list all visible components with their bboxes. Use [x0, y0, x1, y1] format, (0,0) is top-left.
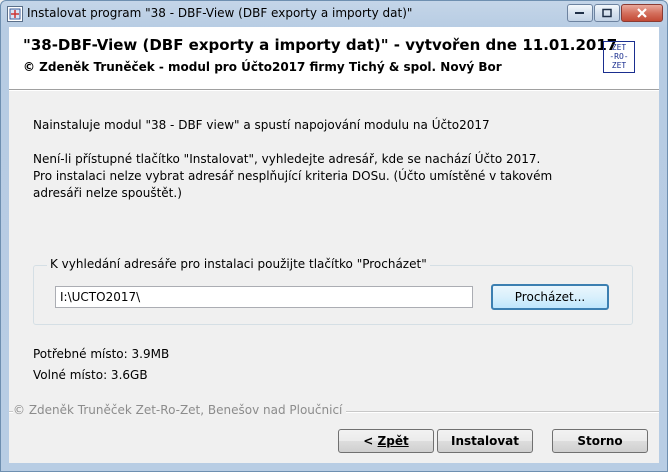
logo-line: ZET	[611, 61, 627, 70]
cancel-button[interactable]: Storno	[552, 429, 648, 453]
required-space: Potřebné místo: 3.9MB	[33, 347, 170, 361]
back-button[interactable]: < Zpět	[338, 429, 434, 453]
dialog-client: "38-DBF-View (DBF exporty a importy dat)…	[9, 27, 659, 463]
maximize-icon	[602, 8, 612, 18]
minimize-icon	[575, 12, 584, 14]
minimize-button[interactable]	[567, 4, 593, 22]
install-button[interactable]: Instalovat	[437, 429, 533, 453]
window-title: Instalovat program "38 - DBF-View (DBF e…	[27, 6, 413, 20]
maximize-button[interactable]	[594, 4, 620, 22]
note-line: Pro instalaci nelze vybrat adresář nespl…	[33, 169, 553, 183]
header-title: "38-DBF-View (DBF exporty a importy dat)…	[23, 36, 618, 54]
logo-line: ZET	[611, 43, 627, 52]
logo-line: -RO-	[609, 52, 629, 61]
close-icon	[637, 8, 647, 18]
note-line: Není-li přístupné tlačítko "Instalovat",…	[33, 152, 541, 166]
title-bar[interactable]: Instalovat program "38 - DBF-View (DBF e…	[1, 1, 667, 27]
back-button-label: Zpět	[377, 434, 409, 448]
header-panel: "38-DBF-View (DBF exporty a importy dat)…	[9, 27, 659, 90]
header-subtitle: © Zdeněk Truněček - modul pro Účto2017 f…	[23, 60, 502, 74]
install-button-label: Instalovat	[451, 434, 519, 448]
close-button[interactable]	[621, 4, 663, 22]
install-path-input[interactable]	[55, 286, 473, 308]
cancel-button-label: Storno	[577, 434, 623, 448]
note-line: adresáři nelze spouštět.)	[33, 186, 182, 200]
zetrozet-logo: ZET -RO- ZET	[603, 41, 635, 73]
note-text: Není-li přístupné tlačítko "Instalovat",…	[33, 151, 633, 202]
installer-window: Instalovat program "38 - DBF-View (DBF e…	[0, 0, 668, 472]
intro-text: Nainstaluje modul "38 - DBF view" a spus…	[33, 118, 490, 132]
footer-copyright: © Zdeněk Truněček Zet-Ro-Zet, Benešov na…	[13, 403, 347, 417]
header-divider	[9, 90, 659, 91]
browse-button[interactable]: Procházet...	[491, 284, 609, 310]
folder-group-label: K vyhledání adresáře pro instalaci použi…	[47, 257, 430, 271]
app-icon	[7, 6, 23, 22]
free-space: Volné místo: 3.6GB	[33, 368, 148, 382]
back-arrow-icon: <	[363, 434, 374, 448]
